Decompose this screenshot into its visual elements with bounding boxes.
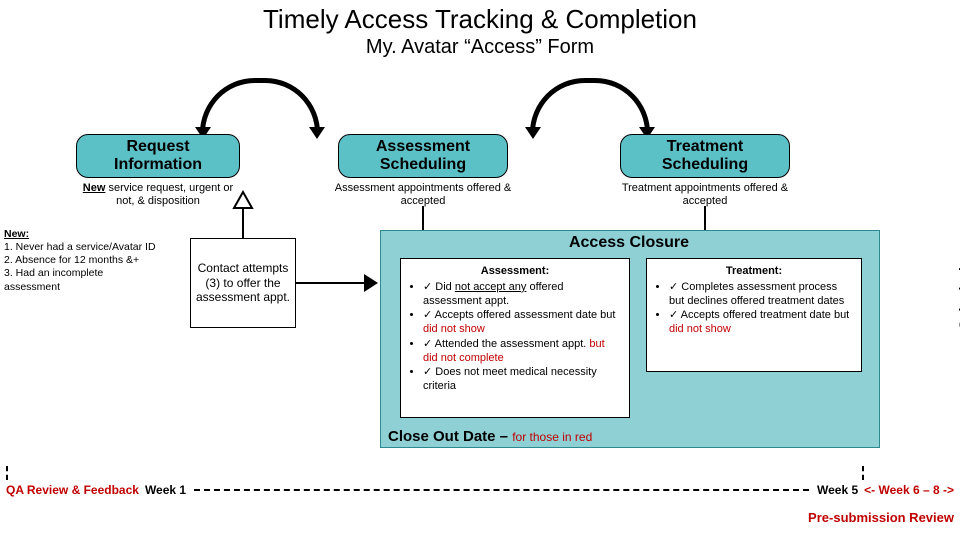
contact-attempts-box: Contact attempts (3) to offer the assess… — [190, 238, 296, 328]
page-subtitle: My. Avatar “Access” Form — [0, 36, 960, 59]
tick-right — [862, 466, 864, 480]
access-closure-title: Access Closure — [380, 234, 878, 252]
arrowhead-up-icon — [232, 190, 254, 212]
stage-treatment: Treatment Scheduling — [620, 134, 790, 178]
stage-request: Request Information — [76, 134, 240, 178]
connector-assess-down — [422, 206, 424, 230]
closure-treatment-box: Treatment: ✓ Completes assessment proces… — [646, 258, 862, 372]
close-out-date: Close Out Date – for those in red — [388, 428, 592, 445]
closure-assessment-box: Assessment: ✓ Did not accept any offered… — [400, 258, 630, 418]
stage-request-sub: New service request, urgent or not, & di… — [76, 182, 240, 208]
pre-submission-review-label: Pre-submission Review — [808, 510, 954, 525]
arc-1 — [200, 78, 320, 133]
connector-treat-down — [704, 206, 706, 230]
qa-timeline: QA Review & Feedback Week 1 Week 5 <- We… — [6, 480, 954, 500]
connector-contact-right — [296, 282, 366, 284]
stage-assessment-sub: Assessment appointments offered & accept… — [330, 182, 516, 208]
arrowhead-right-icon — [364, 274, 378, 292]
arc-2 — [530, 78, 650, 133]
stage-assessment: Assessment Scheduling — [338, 134, 508, 178]
week-6-8-label: <- Week 6 – 8 -> — [864, 483, 954, 497]
tick-left — [6, 466, 8, 480]
submission-label: ← Submission — [956, 250, 960, 347]
new-definition: New: 1. Never had a service/Avatar ID 2.… — [4, 228, 162, 294]
stage-treatment-sub: Treatment appointments offered & accepte… — [614, 182, 796, 208]
week-5-label: Week 5 — [817, 483, 858, 497]
week-1-label: Week 1 — [145, 483, 186, 497]
page-title: Timely Access Tracking & Completion — [0, 4, 960, 35]
qa-review-label: QA Review & Feedback — [6, 483, 139, 497]
timeline-dash — [194, 489, 809, 491]
diagram-canvas: Timely Access Tracking & Completion My. … — [0, 0, 960, 540]
connector-contact-up — [242, 208, 244, 238]
